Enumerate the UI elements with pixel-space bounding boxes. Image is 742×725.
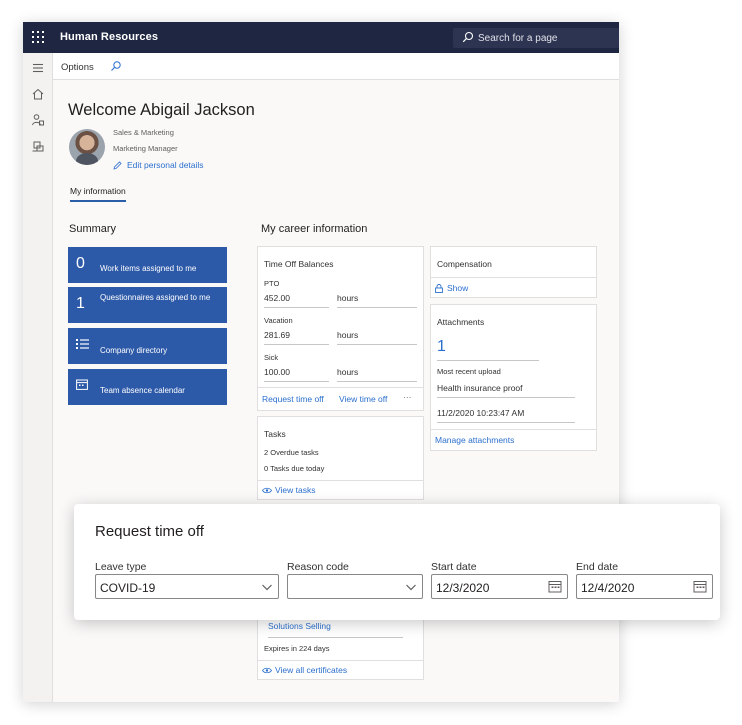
chevron-down-icon xyxy=(406,584,416,591)
leave-type-value: COVID-19 xyxy=(100,581,156,595)
show-compensation-link[interactable]: Show xyxy=(435,283,468,293)
leave-type-select[interactable]: COVID-19 xyxy=(95,574,279,599)
company-directory-tile[interactable]: Company directory xyxy=(68,328,227,364)
tasks-title: Tasks xyxy=(264,429,286,439)
attachments-count[interactable]: 1 xyxy=(437,338,539,361)
request-time-off-panel: Request time off Leave type COVID-19 Rea… xyxy=(74,504,720,620)
tasks-divider xyxy=(258,480,423,481)
role-text: Marketing Manager xyxy=(113,144,178,153)
search-icon xyxy=(462,31,474,43)
calendar-icon[interactable] xyxy=(693,580,707,593)
time-off-divider xyxy=(258,387,423,388)
compensation-card: Compensation Show xyxy=(430,246,597,298)
time-off-balances-card: Time Off Balances PTO 452.00 hours Vacat… xyxy=(257,246,424,411)
more-options-button[interactable]: ··· xyxy=(403,392,412,402)
most-recent-upload-date: 11/2/2020 10:23:47 AM xyxy=(437,408,575,423)
end-date-label: End date xyxy=(576,561,619,573)
attachments-title: Attachments xyxy=(437,317,485,327)
career-heading: My career information xyxy=(261,223,368,235)
vacation-unit: hours xyxy=(337,330,417,345)
questionnaires-count: 1 xyxy=(76,295,85,312)
team-absence-calendar-tile[interactable]: Team absence calendar xyxy=(68,369,227,405)
action-search-icon[interactable] xyxy=(110,60,122,72)
calendar-icon[interactable] xyxy=(548,580,562,593)
edit-personal-details-link[interactable]: Edit personal details xyxy=(113,160,204,170)
top-bar: Human Resources Search for a page xyxy=(23,22,619,53)
app-launcher-icon[interactable] xyxy=(32,31,44,43)
search-placeholder: Search for a page xyxy=(478,33,558,44)
hamburger-icon[interactable] xyxy=(31,61,45,75)
vacation-label: Vacation xyxy=(264,316,293,325)
pto-value: 452.00 xyxy=(264,293,329,308)
view-time-off-link[interactable]: View time off xyxy=(339,394,387,404)
vacation-value: 281.69 xyxy=(264,330,329,345)
show-compensation-label: Show xyxy=(447,283,469,293)
options-button[interactable]: Options xyxy=(61,62,94,73)
list-icon xyxy=(76,339,89,349)
certificate-expires-text: Expires in 224 days xyxy=(264,644,330,653)
action-bar: Options xyxy=(53,53,619,80)
work-items-tile[interactable]: 0 Work items assigned to me xyxy=(68,247,227,283)
page-search-box[interactable]: Search for a page xyxy=(453,28,619,48)
home-icon[interactable] xyxy=(31,87,45,101)
end-date-value: 12/4/2020 xyxy=(581,581,635,595)
company-directory-label: Company directory xyxy=(100,346,168,355)
compensation-divider xyxy=(431,277,596,278)
time-off-balances-title: Time Off Balances xyxy=(264,259,334,269)
view-all-certificates-label: View all certificates xyxy=(275,665,348,675)
sick-label: Sick xyxy=(264,353,279,362)
summary-heading: Summary xyxy=(69,223,117,235)
pto-label: PTO xyxy=(264,279,280,288)
edit-personal-details-label: Edit personal details xyxy=(127,160,204,170)
manage-attachments-link[interactable]: Manage attachments xyxy=(435,435,514,445)
overdue-tasks-text: 2 Overdue tasks xyxy=(264,448,319,457)
welcome-title: Welcome Abigail Jackson xyxy=(68,101,255,119)
calendar-icon xyxy=(76,379,88,390)
tasks-due-today-text: 0 Tasks due today xyxy=(264,464,325,473)
start-date-field[interactable]: 12/3/2020 xyxy=(431,574,568,599)
pencil-icon xyxy=(113,160,122,170)
department-text: Sales & Marketing xyxy=(113,128,174,137)
avatar xyxy=(69,129,105,165)
start-date-label: Start date xyxy=(431,561,477,573)
reason-code-label: Reason code xyxy=(287,561,349,573)
compensation-title: Compensation xyxy=(437,259,492,269)
lock-icon xyxy=(435,283,443,293)
org-icon[interactable] xyxy=(31,139,45,153)
certificate-name-link[interactable]: Solutions Selling xyxy=(268,621,331,631)
person-icon[interactable] xyxy=(31,113,45,127)
work-items-label: Work items assigned to me xyxy=(100,264,197,273)
work-items-count: 0 xyxy=(76,255,85,272)
chevron-down-icon xyxy=(262,584,272,591)
view-tasks-link[interactable]: View tasks xyxy=(262,485,315,495)
questionnaires-tile[interactable]: 1 Questionnaires assigned to me xyxy=(68,287,227,323)
certificates-divider xyxy=(258,660,423,661)
attachments-divider xyxy=(431,429,596,430)
most-recent-upload-label: Most recent upload xyxy=(437,367,501,376)
tasks-card: Tasks 2 Overdue tasks 0 Tasks due today … xyxy=(257,416,424,500)
tab-my-information[interactable]: My information xyxy=(70,186,126,202)
leave-type-label: Leave type xyxy=(95,561,147,573)
sick-unit: hours xyxy=(337,367,417,382)
start-date-value: 12/3/2020 xyxy=(436,581,490,595)
questionnaires-label: Questionnaires assigned to me xyxy=(100,293,211,302)
app-title: Human Resources xyxy=(60,31,159,43)
nav-rail xyxy=(23,53,53,702)
view-all-certificates-link[interactable]: View all certificates xyxy=(262,665,347,675)
pto-unit: hours xyxy=(337,293,417,308)
eye-icon xyxy=(262,667,272,673)
end-date-field[interactable]: 12/4/2020 xyxy=(576,574,713,599)
attachments-card: Attachments 1 Most recent upload Health … xyxy=(430,304,597,451)
certificate-underline xyxy=(268,637,403,638)
sick-value: 100.00 xyxy=(264,367,329,382)
reason-code-select[interactable] xyxy=(287,574,423,599)
most-recent-upload-name: Health insurance proof xyxy=(437,383,575,398)
request-time-off-link[interactable]: Request time off xyxy=(262,394,324,404)
view-tasks-label: View tasks xyxy=(275,485,316,495)
request-time-off-title: Request time off xyxy=(95,523,204,540)
eye-icon xyxy=(262,487,272,493)
team-absence-calendar-label: Team absence calendar xyxy=(100,386,185,395)
